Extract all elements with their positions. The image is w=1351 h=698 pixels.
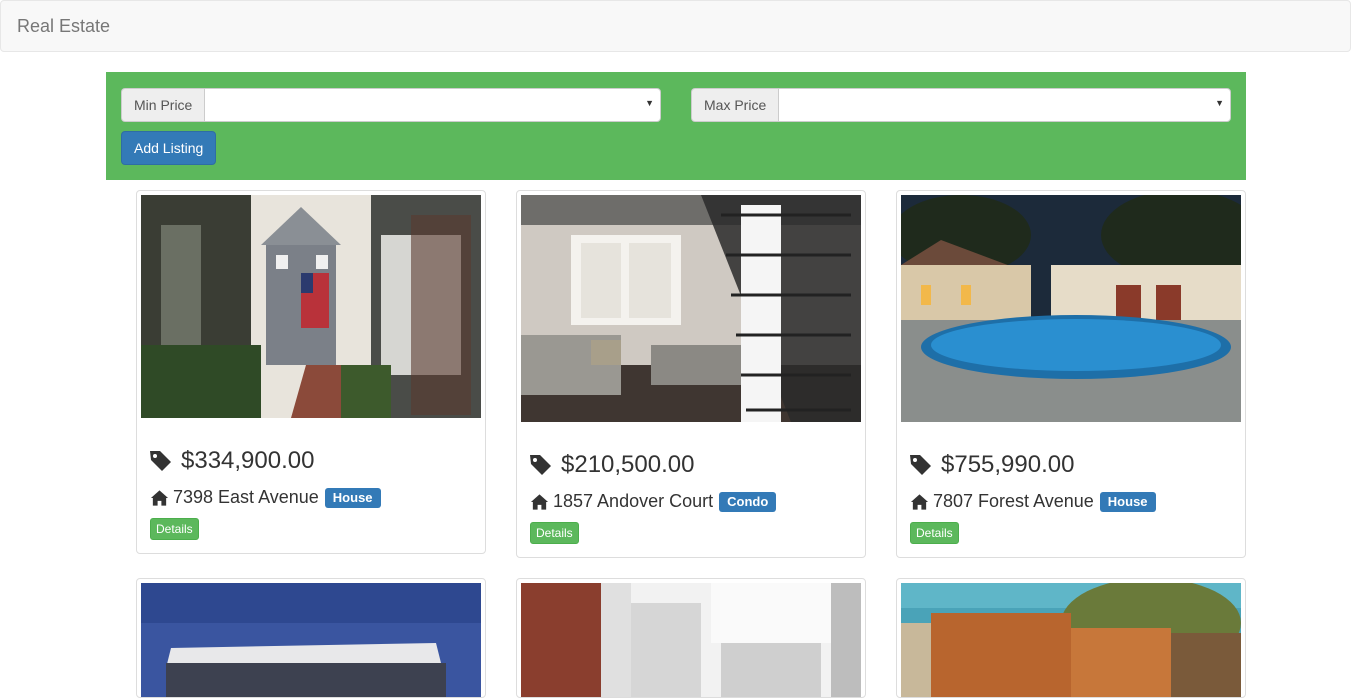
details-button[interactable]: Details	[530, 522, 579, 544]
property-type-badge: House	[1099, 491, 1156, 512]
listing-photo[interactable]	[901, 583, 1241, 697]
property-type-badge: Condo	[719, 491, 777, 512]
add-listing-button[interactable]: Add Listing	[121, 131, 217, 165]
listing-photo[interactable]	[141, 583, 481, 697]
min-price-select[interactable]: ▼	[204, 88, 661, 122]
home-icon	[910, 493, 929, 510]
listing-card: $755,990.00 7807 Forest Avenue House Det…	[896, 190, 1246, 558]
chevron-down-icon: ▼	[1215, 98, 1224, 108]
min-price-label: Min Price	[121, 88, 205, 122]
min-price-group: Min Price ▼	[121, 88, 661, 122]
listing-price: $210,500.00	[561, 451, 695, 478]
listing-address: 7398 East Avenue	[173, 487, 319, 507]
navbar: Real Estate	[0, 0, 1351, 52]
navbar-brand[interactable]: Real Estate	[17, 16, 110, 37]
listing-card: $334,900.00 7398 East Avenue House Detai…	[136, 190, 486, 554]
listing-card	[136, 578, 486, 698]
property-type-badge: House	[324, 487, 381, 508]
address-row: 1857 Andover Court Condo	[530, 491, 777, 512]
listing-price: $755,990.00	[941, 451, 1075, 478]
listing-card	[516, 578, 866, 698]
listing-photo[interactable]	[521, 583, 861, 697]
max-price-select[interactable]: ▼	[778, 88, 1231, 122]
max-price-label: Max Price	[691, 88, 779, 122]
tag-icon	[910, 455, 931, 475]
listing-photo[interactable]	[141, 195, 481, 418]
home-icon	[530, 493, 549, 510]
price-row: $334,900.00	[149, 447, 314, 475]
tag-icon	[530, 455, 551, 475]
price-row: $210,500.00	[529, 451, 694, 479]
address-row: 7807 Forest Avenue House	[910, 491, 1156, 512]
filter-panel: Min Price ▼ Max Price ▼ Add Listing	[106, 72, 1246, 180]
home-icon	[150, 489, 169, 506]
address-row: 7398 East Avenue House	[150, 487, 381, 508]
tag-icon	[150, 451, 171, 471]
listing-address: 1857 Andover Court	[553, 491, 714, 511]
details-button[interactable]: Details	[910, 522, 959, 544]
listing-price: $334,900.00	[181, 447, 315, 474]
chevron-down-icon: ▼	[645, 98, 654, 108]
listing-photo[interactable]	[901, 195, 1241, 422]
max-price-group: Max Price ▼	[691, 88, 1231, 122]
listing-address: 7807 Forest Avenue	[933, 491, 1094, 511]
listing-card: $210,500.00 1857 Andover Court Condo Det…	[516, 190, 866, 558]
price-row: $755,990.00	[909, 451, 1074, 479]
listing-photo[interactable]	[521, 195, 861, 422]
listing-card	[896, 578, 1246, 698]
details-button[interactable]: Details	[150, 518, 199, 540]
